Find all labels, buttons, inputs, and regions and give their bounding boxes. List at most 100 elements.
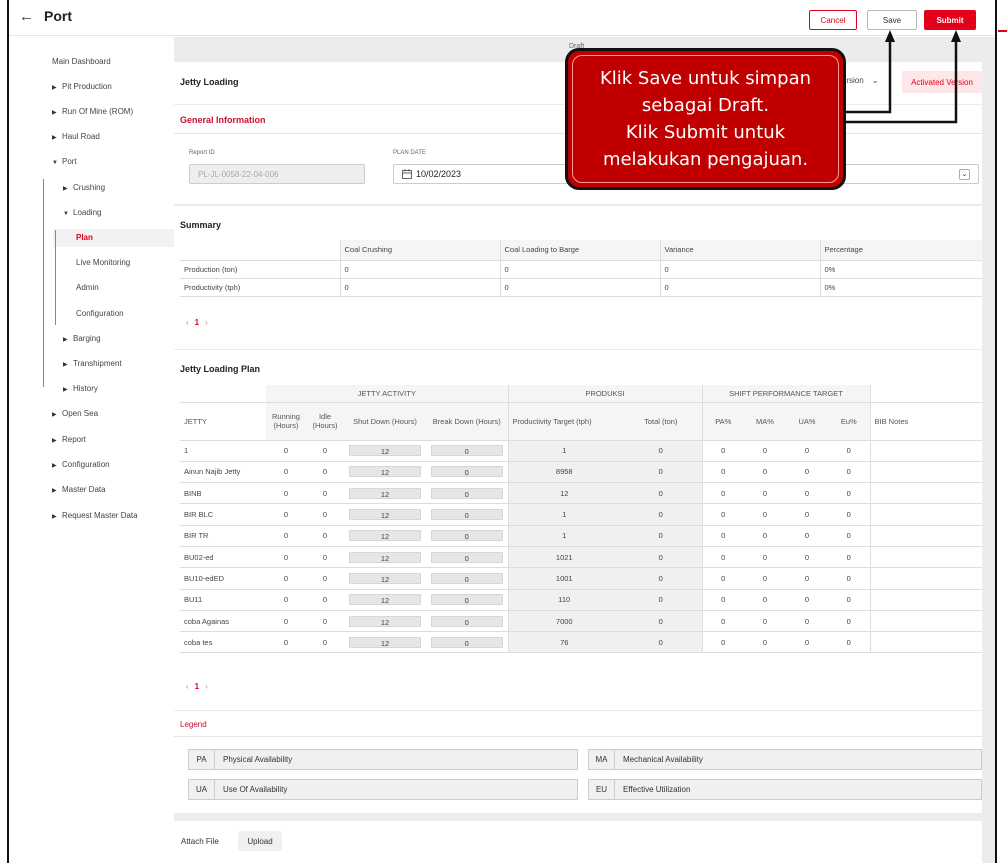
table-cell: 0 (786, 461, 828, 484)
sidebar-item-configuration-root[interactable]: ▶ Configuration (52, 460, 110, 469)
hours-input[interactable]: 0 (430, 594, 503, 606)
hours-input[interactable]: 12 (349, 615, 421, 627)
table-cell[interactable]: 12 (344, 440, 426, 462)
sidebar-item-request-master-data[interactable]: ▶ Request Master Data (52, 511, 138, 520)
table-row: BIR BLC 0 0 12 0 1 0 0 0 0 0 (180, 503, 982, 526)
table-cell[interactable]: 0 (426, 589, 509, 611)
table-cell: 0 (828, 440, 871, 462)
hours-input[interactable]: 12 (349, 487, 421, 499)
table-cell: 0 (306, 503, 344, 526)
sidebar-item-master-data[interactable]: ▶ Master Data (52, 485, 106, 494)
divider (174, 736, 982, 737)
hours-input[interactable]: 12 (349, 466, 421, 478)
table-cell[interactable]: 0 (426, 440, 509, 462)
upload-button[interactable]: Upload (238, 831, 282, 851)
hours-input[interactable]: 0 (430, 487, 503, 499)
sidebar-item-port[interactable]: ▼ Port (52, 157, 77, 166)
sidebar-item-loading[interactable]: ▼ Loading (63, 208, 101, 217)
sidebar-item-barging[interactable]: ▶ Barging (63, 334, 101, 343)
table-cell[interactable]: 0 (426, 482, 509, 505)
sidebar-item-label: Transhipment (73, 359, 122, 368)
table-cell[interactable]: 0 (426, 610, 509, 633)
table-cell[interactable]: 0 (426, 546, 509, 569)
table-cell: 0 (620, 546, 703, 569)
table-cell: 0 (702, 610, 744, 633)
table-cell[interactable]: 0 (426, 567, 509, 590)
callout-arrows (846, 30, 961, 124)
sidebar-item-report[interactable]: ▶ Report (52, 435, 86, 444)
legend-item-ma: MA Mechanical Availability (588, 749, 982, 770)
hours-input[interactable]: 0 (430, 509, 503, 521)
caret-right-icon: ▶ (52, 488, 57, 494)
table-cell[interactable]: 0 (426, 525, 509, 547)
table-cell (870, 589, 982, 611)
plan-table-scroll[interactable]: JETTY ACTIVITY PRODUKSI SHIFT PERFORMANC… (180, 385, 982, 662)
sidebar-item-crushing[interactable]: ▶ Crushing (63, 183, 105, 192)
pager-next-icon[interactable]: › (205, 318, 208, 327)
table-cell[interactable]: 12 (344, 610, 426, 633)
pager-prev-icon[interactable]: ‹ (186, 682, 189, 691)
pager-page-number[interactable]: 1 (195, 682, 199, 691)
table-cell[interactable]: 12 (344, 482, 426, 505)
hours-input[interactable]: 12 (349, 572, 421, 584)
hours-input[interactable]: 12 (349, 445, 421, 457)
caret-down-icon: ▼ (63, 211, 69, 217)
hours-input[interactable]: 12 (349, 551, 421, 563)
sidebar-item-live-monitoring[interactable]: Live Monitoring (76, 258, 130, 267)
hours-input[interactable]: 12 (349, 594, 421, 606)
hours-input[interactable]: 0 (430, 636, 503, 648)
table-cell[interactable]: 0 (426, 631, 509, 654)
pager-next-icon[interactable]: › (205, 682, 208, 691)
hours-input[interactable]: 0 (430, 551, 503, 563)
table-cell: 0 (828, 503, 871, 526)
pager-page-number[interactable]: 1 (195, 318, 199, 327)
table-cell: 0 (702, 503, 744, 526)
table-cell[interactable]: 12 (344, 503, 426, 526)
table-cell[interactable]: 12 (344, 631, 426, 654)
table-cell: BU11 (180, 589, 266, 611)
hours-input[interactable]: 12 (349, 509, 421, 521)
table-cell: 0% (820, 278, 982, 297)
table-cell: 0 (786, 567, 828, 590)
sidebar-item-open-sea[interactable]: ▶ Open Sea (52, 409, 98, 418)
table-cell: 0 (266, 567, 306, 590)
plan-date-input[interactable]: 10/02/2023 (393, 164, 573, 184)
hours-input[interactable]: 0 (430, 466, 503, 478)
hours-input[interactable]: 0 (430, 530, 503, 542)
caret-down-icon: ▼ (52, 160, 58, 166)
edge-marker (998, 30, 1007, 32)
hours-input[interactable]: 0 (430, 615, 503, 627)
table-cell: 1 (508, 440, 620, 462)
report-id-input[interactable]: PL-JL-0058-22-04-006 (189, 164, 365, 184)
table-cell[interactable]: 0 (426, 461, 509, 484)
table-cell[interactable]: 12 (344, 461, 426, 484)
table-cell: 0 (266, 589, 306, 611)
sidebar-item-label: Barging (73, 334, 101, 343)
table-cell: 0 (620, 440, 703, 462)
table-row: Productivity (tph) 0 0 0 0% (180, 278, 982, 297)
hours-input[interactable]: 12 (349, 636, 421, 648)
table-cell: coba Againas (180, 610, 266, 633)
hours-input[interactable]: 0 (430, 572, 503, 584)
sidebar-item-history[interactable]: ▶ History (63, 384, 98, 393)
table-row: coba Againas 0 0 12 0 7000 0 0 0 0 0 (180, 610, 982, 633)
hours-input[interactable]: 12 (349, 530, 421, 542)
sidebar-item-transhipment[interactable]: ▶ Transhipment (63, 359, 122, 368)
select-dropdown[interactable]: ⌄ (829, 164, 979, 184)
table-cell[interactable]: 12 (344, 589, 426, 611)
table-cell: 0 (786, 482, 828, 505)
attach-file-label: Attach File (181, 837, 219, 846)
table-cell[interactable]: 12 (344, 525, 426, 547)
pager-prev-icon[interactable]: ‹ (186, 318, 189, 327)
sidebar-item-configuration[interactable]: Configuration (76, 309, 124, 318)
tree-line (43, 179, 44, 387)
sidebar-item-admin[interactable]: Admin (76, 283, 99, 292)
table-cell[interactable]: 12 (344, 546, 426, 569)
table-header-row: Coal Crushing Coal Loading to Barge Vari… (180, 240, 982, 261)
sidebar-item-label: Live Monitoring (76, 258, 131, 267)
table-cell: 0 (620, 525, 703, 547)
sidebar-item-plan[interactable]: Plan (76, 233, 93, 242)
hours-input[interactable]: 0 (430, 445, 503, 457)
table-cell[interactable]: 0 (426, 503, 509, 526)
table-cell[interactable]: 12 (344, 567, 426, 590)
